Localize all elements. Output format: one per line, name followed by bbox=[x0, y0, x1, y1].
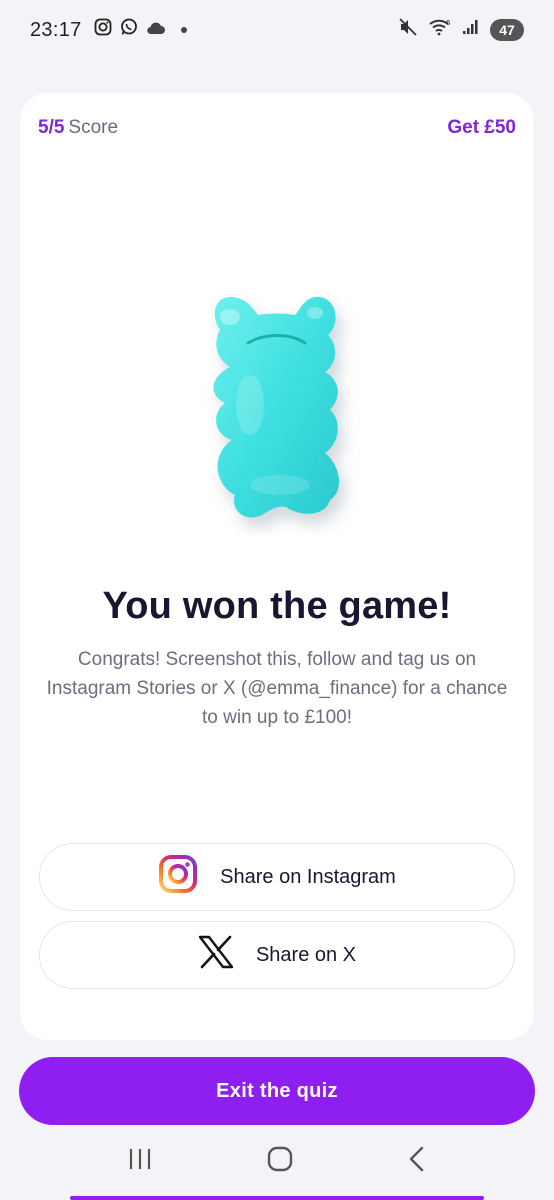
instagram-logo-icon bbox=[158, 854, 198, 900]
score-label: Score bbox=[68, 117, 119, 138]
result-message: Congrats! Screenshot this, follow and ta… bbox=[46, 649, 508, 728]
share-x-button[interactable]: Share on X bbox=[39, 921, 515, 989]
instagram-icon bbox=[94, 18, 112, 42]
signal-icon bbox=[462, 19, 480, 41]
exit-quiz-button[interactable]: Exit the quiz bbox=[19, 1057, 535, 1125]
svg-text:6: 6 bbox=[446, 19, 451, 27]
gummy-bear-icon bbox=[190, 285, 360, 535]
home-icon[interactable] bbox=[266, 1145, 294, 1178]
share-instagram-label: Share on Instagram bbox=[220, 865, 396, 888]
cloud-icon bbox=[146, 19, 166, 41]
status-left: 23:17 bbox=[30, 18, 190, 42]
result-card: 5/5 Score Get £50 You won the game! Cong… bbox=[20, 93, 534, 1040]
wifi-icon: 6 bbox=[428, 17, 452, 43]
share-x-label: Share on X bbox=[255, 943, 357, 966]
status-time: 23:17 bbox=[30, 18, 82, 41]
mute-icon bbox=[398, 17, 418, 43]
status-bar: 23:17 6 47 bbox=[0, 0, 554, 60]
battery-icon: 47 bbox=[490, 19, 524, 41]
bottom-accent-strip bbox=[70, 1196, 484, 1200]
recent-apps-icon[interactable] bbox=[127, 1147, 153, 1176]
score-value: 5/5 bbox=[38, 117, 65, 138]
get-reward-link[interactable]: Get £50 bbox=[447, 117, 516, 139]
x-logo-icon bbox=[198, 935, 234, 975]
dot-icon bbox=[174, 19, 190, 41]
share-instagram-button[interactable]: Share on Instagram bbox=[39, 843, 515, 911]
score-display: 5/5 Score bbox=[38, 117, 118, 139]
whatsapp-icon bbox=[120, 18, 138, 42]
system-nav-bar bbox=[0, 1130, 554, 1192]
result-headline: You won the game! bbox=[102, 585, 452, 627]
back-icon[interactable] bbox=[407, 1146, 427, 1177]
status-right: 6 47 bbox=[398, 17, 524, 43]
